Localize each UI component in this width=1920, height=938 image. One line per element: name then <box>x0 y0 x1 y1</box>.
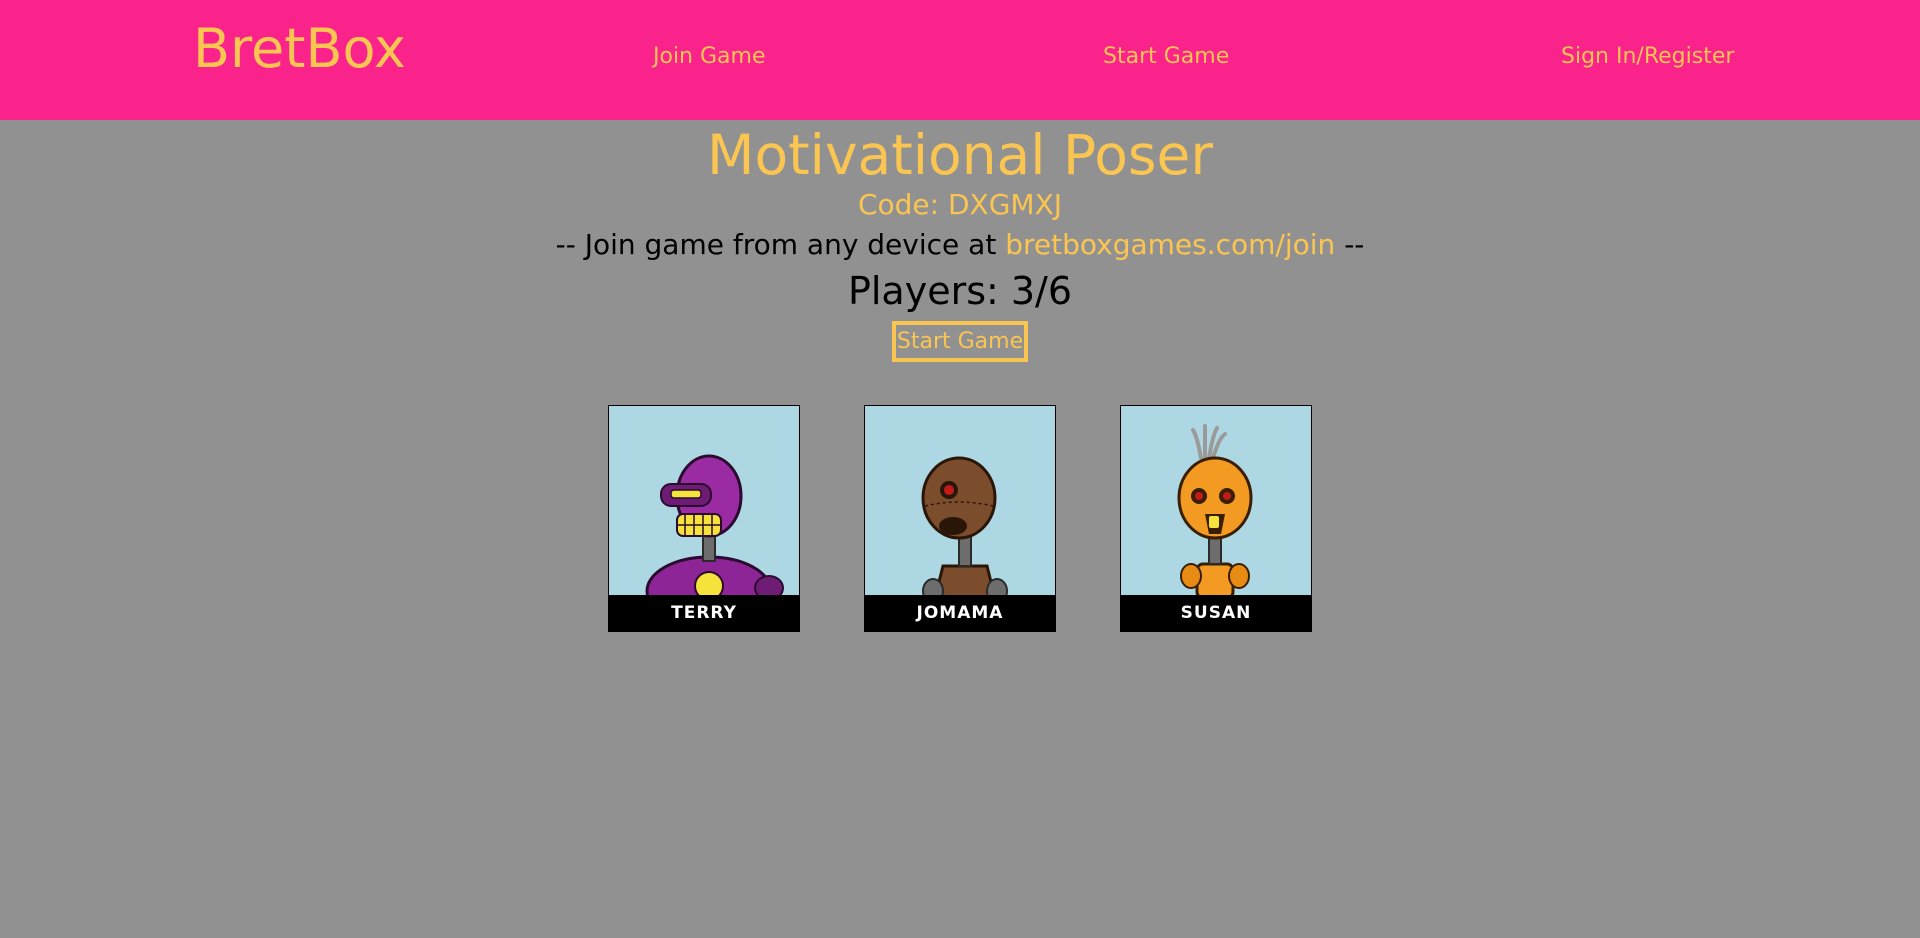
join-url-link[interactable]: bretboxgames.com/join <box>1005 228 1335 261</box>
player-card: TERRY <box>608 405 800 632</box>
player-name: TERRY <box>609 595 799 631</box>
join-suffix: -- <box>1335 228 1365 261</box>
purple-robot-icon <box>645 454 784 598</box>
player-name: JOMAMA <box>865 595 1055 631</box>
join-prefix: -- Join game from any device at <box>555 228 1006 261</box>
player-card: JOMAMA <box>864 405 1056 632</box>
orange-robot-icon <box>1177 424 1253 598</box>
game-title: Motivational Poser <box>707 123 1213 187</box>
brown-robot-icon <box>921 456 1008 598</box>
start-game-button[interactable]: Start Game <box>892 321 1028 362</box>
top-navbar: BretBox Join Game Start Game Sign In/Reg… <box>0 0 1920 120</box>
join-instructions: -- Join game from any device at bretboxg… <box>0 228 1920 262</box>
room-code: Code: DXGMXJ <box>857 188 1063 221</box>
player-name: SUSAN <box>1121 595 1311 631</box>
player-card: SUSAN <box>1120 405 1312 632</box>
nav-join-game-link[interactable]: Join Game <box>653 46 766 68</box>
nav-sign-in-link[interactable]: Sign In/Register <box>1561 46 1734 68</box>
player-count: Players: 3/6 <box>847 269 1073 313</box>
brand-logo[interactable]: BretBox <box>193 22 406 76</box>
nav-start-game-link[interactable]: Start Game <box>1103 46 1229 68</box>
